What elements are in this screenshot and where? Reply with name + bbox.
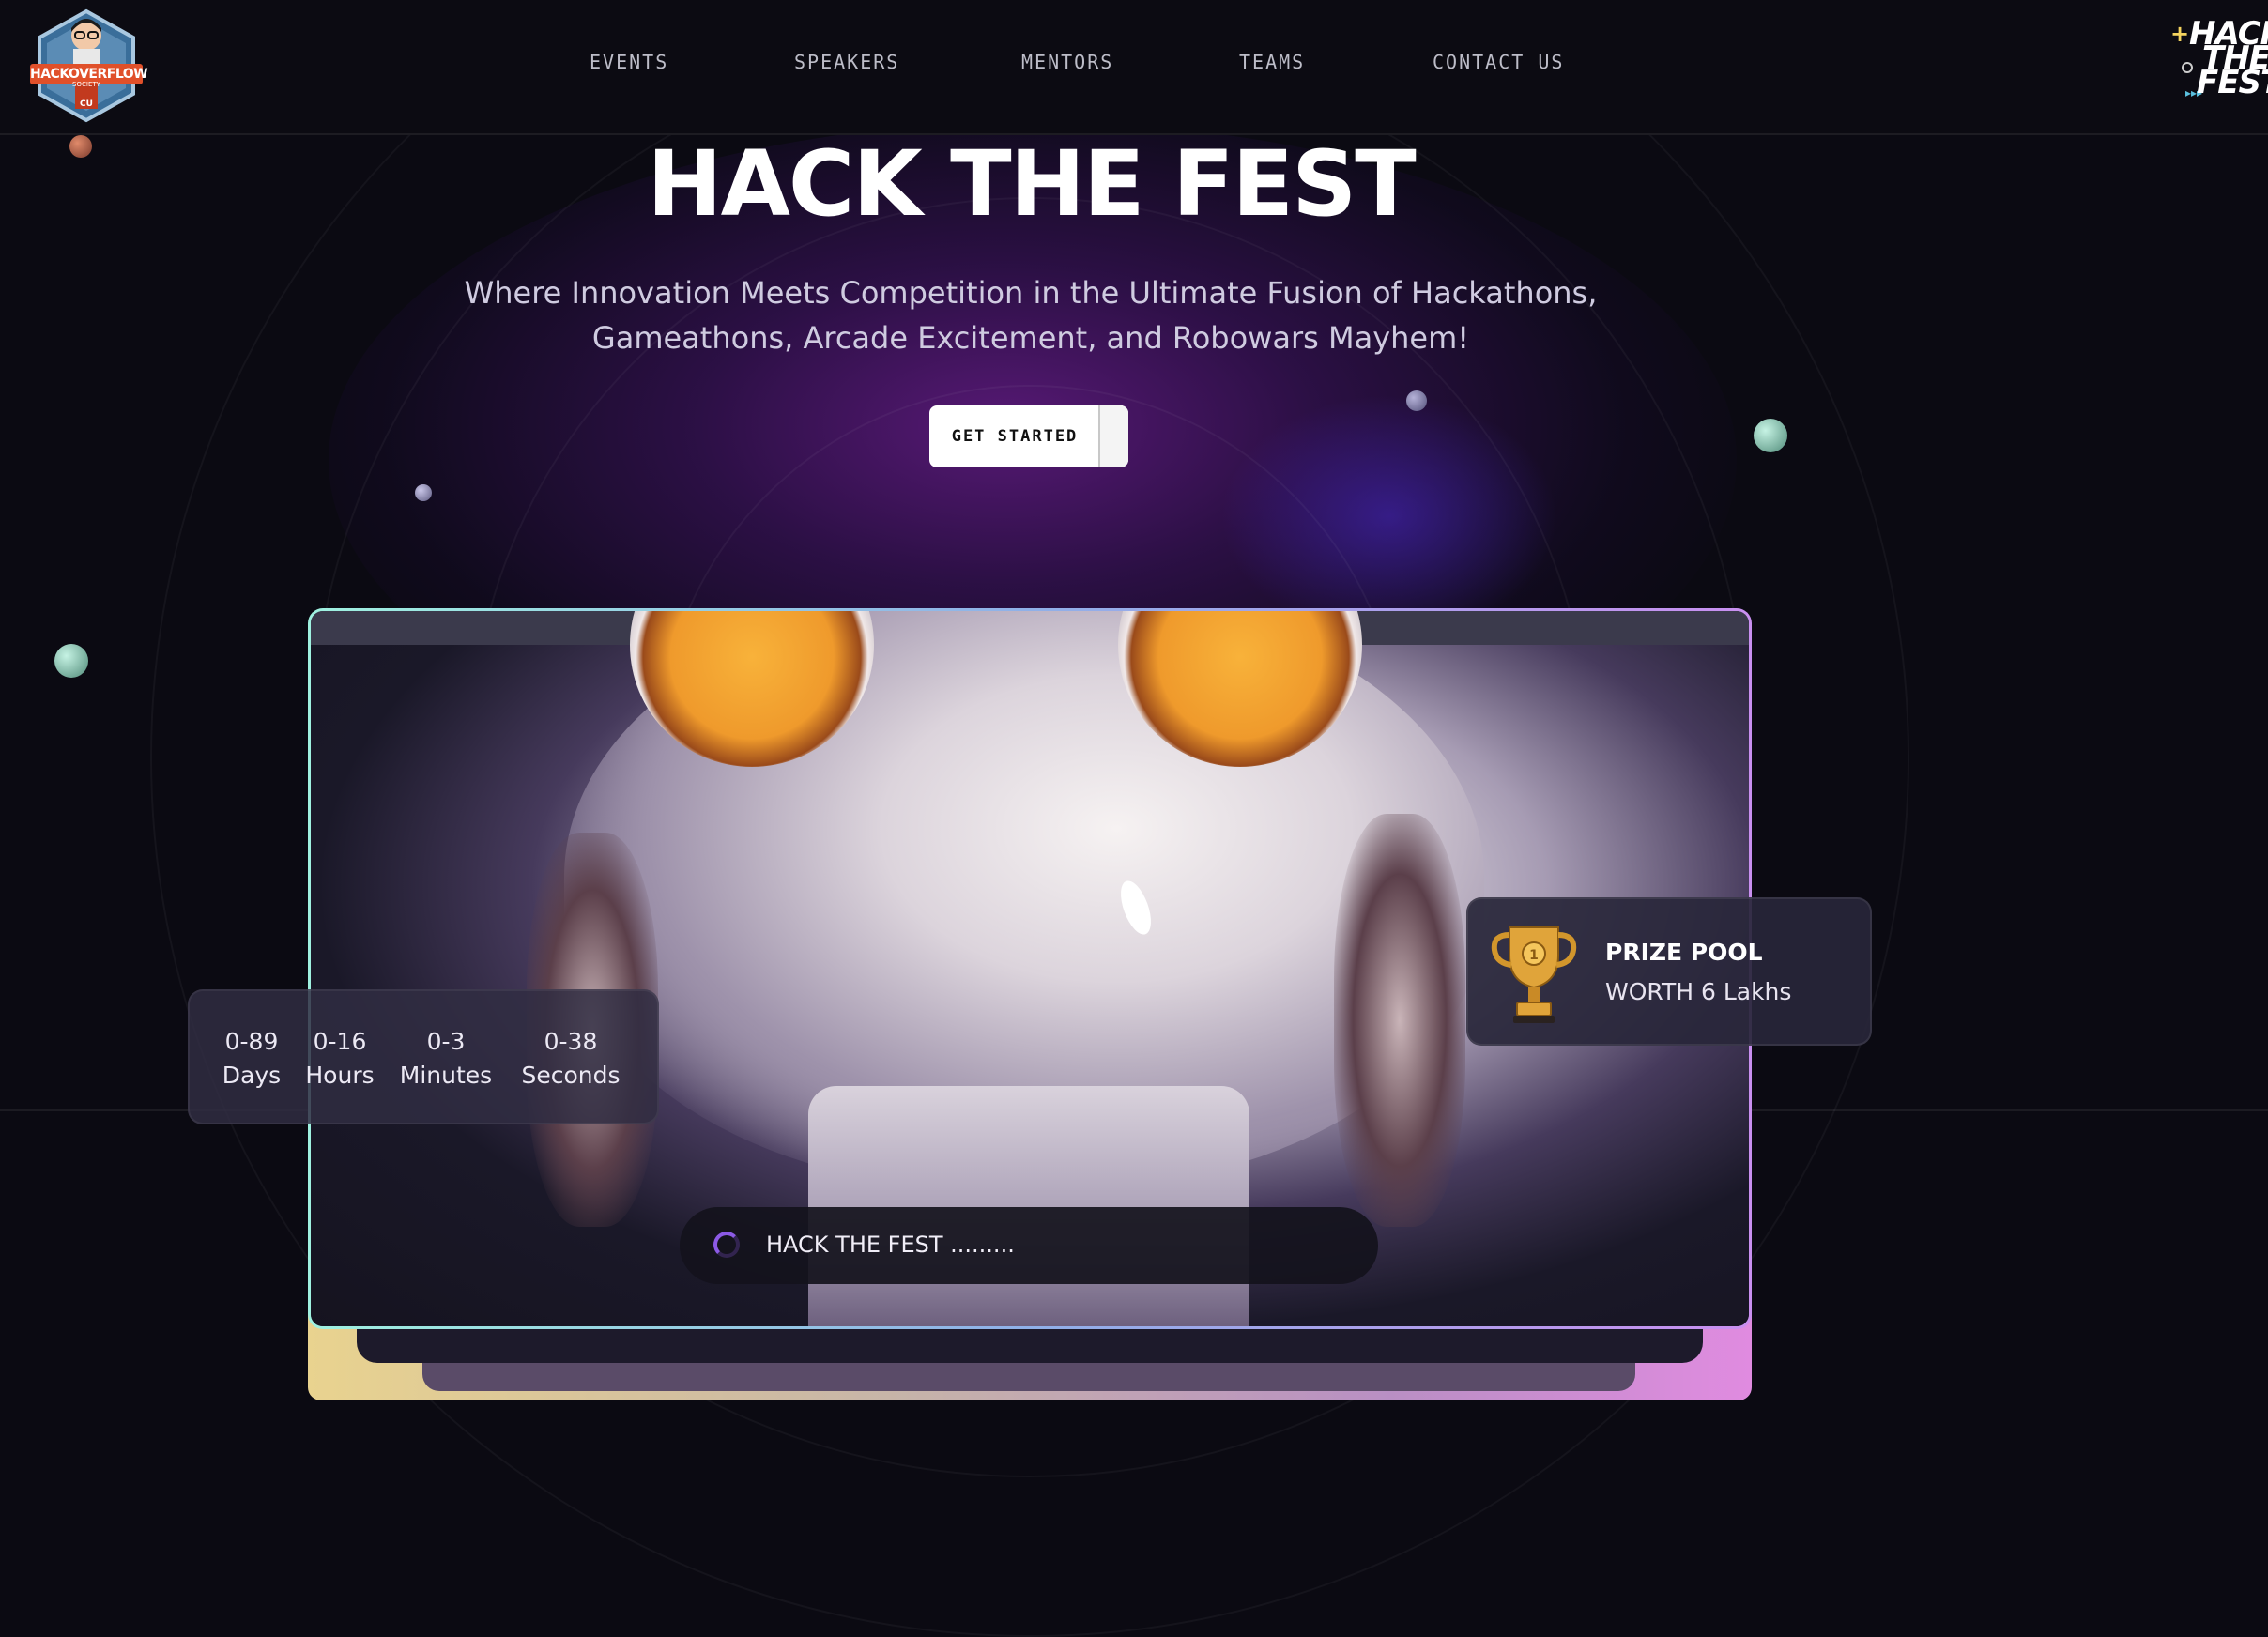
countdown-hours-label: Hours [305, 1062, 375, 1089]
svg-text:1: 1 [1529, 948, 1539, 963]
loading-status-text: HACK THE FEST ......... [766, 1232, 1015, 1258]
plus-icon: + [2170, 21, 2190, 47]
countdown-minutes: 0-3 Minutes [394, 1025, 498, 1093]
countdown-hours-value: 0-16 [313, 1028, 367, 1055]
prize-pool-title: PRIZE POOL [1605, 939, 1763, 966]
loading-spinner-icon [713, 1232, 740, 1258]
countdown-minutes-label: Minutes [399, 1062, 493, 1089]
planet-decoration [415, 484, 432, 501]
loading-status-bar: HACK THE FEST ......... [680, 1207, 1378, 1284]
page-title: HACK THE FEST [647, 131, 1417, 237]
countdown-days-value: 0-89 [224, 1028, 279, 1055]
countdown-seconds-label: Seconds [521, 1062, 621, 1089]
logo-badge: CU [80, 99, 93, 109]
countdown-hours: 0-16 Hours [300, 1025, 379, 1093]
get-started-label: GET STARTED [951, 427, 1079, 446]
hero-subtitle-line-1: Where Innovation Meets Competition in th… [464, 275, 1598, 311]
brand-line-3: FEST [2197, 64, 2268, 101]
countdown-seconds-value: 0-38 [544, 1028, 598, 1055]
logo-text: HACKOVERFLOW [30, 67, 148, 82]
nav-mentors[interactable]: MENTORS [1021, 51, 1113, 73]
countdown-minutes-value: 0-3 [426, 1028, 466, 1055]
robot-side-right [1334, 814, 1465, 1227]
planet-decoration [1406, 390, 1427, 411]
countdown-days-label: Days [222, 1062, 282, 1089]
planet-decoration [54, 644, 88, 678]
site-header: HACKOVERFLOW SOCIETY CU EVENTS SPEAKERS … [0, 0, 2268, 135]
circle-icon [2182, 62, 2193, 73]
nav-events[interactable]: EVENTS [590, 51, 668, 73]
prize-pool-card: 1 PRIZE POOL WORTH 6 Lakhs [1466, 897, 1872, 1046]
hero-subtitle-line-2: Gameathons, Arcade Excitement, and Robow… [591, 320, 1470, 356]
hero-subtitle: Where Innovation Meets Competition in th… [422, 270, 1639, 360]
countdown-timer: 0-89 Days 0-16 Hours 0-3 Minutes 0-38 Se… [188, 989, 659, 1124]
button-notch [1098, 405, 1128, 467]
prize-pool-amount: WORTH 6 Lakhs [1605, 978, 1792, 1005]
countdown-days: 0-89 Days [216, 1025, 287, 1093]
nav-contact-us[interactable]: CONTACT US [1433, 51, 1564, 73]
countdown-seconds: 0-38 Seconds [514, 1025, 627, 1093]
planet-decoration [1754, 419, 1787, 452]
hack-the-fest-brand-logo[interactable]: + ▸▸▸ HACK THE FEST [2168, 18, 2268, 105]
get-started-button[interactable]: GET STARTED [929, 405, 1128, 467]
trophy-icon: 1 [1491, 926, 1577, 1023]
nav-teams[interactable]: TEAMS [1239, 51, 1305, 73]
hackoverflow-logo[interactable]: HACKOVERFLOW SOCIETY CU [28, 8, 148, 124]
nav-speakers[interactable]: SPEAKERS [794, 51, 899, 73]
logo-subtext: SOCIETY [72, 81, 100, 88]
